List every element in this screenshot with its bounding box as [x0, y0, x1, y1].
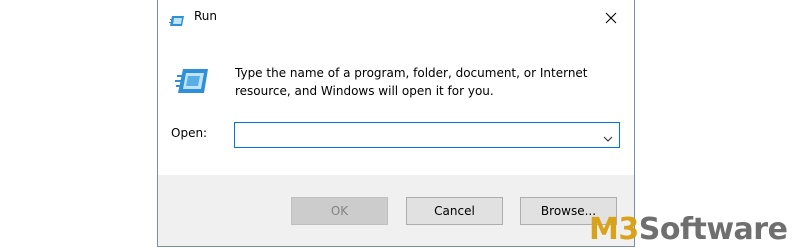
dialog-body: Type the name of a program, folder, docu…: [158, 36, 634, 175]
open-label: Open:: [171, 126, 208, 140]
brand-watermark: M3Software: [589, 212, 788, 248]
cancel-button[interactable]: Cancel: [406, 197, 503, 225]
window-title: Run: [194, 9, 218, 23]
chevron-down-icon[interactable]: [602, 130, 614, 142]
open-input[interactable]: [239, 126, 579, 144]
ok-button[interactable]: OK: [291, 197, 388, 225]
close-icon: [605, 9, 617, 28]
close-button[interactable]: [588, 0, 634, 36]
instruction-line-1: Type the name of a program, folder, docu…: [235, 66, 588, 80]
run-icon: [175, 68, 209, 94]
watermark-m3: M3: [589, 212, 639, 247]
open-combobox[interactable]: [234, 122, 620, 148]
instruction-text: Type the name of a program, folder, docu…: [235, 64, 615, 100]
run-icon: [169, 12, 185, 26]
run-dialog: Run Type the name of a program, folder,: [157, 0, 635, 247]
button-bar: OK Cancel Browse...: [158, 175, 634, 246]
title-bar[interactable]: Run: [158, 0, 634, 36]
watermark-software: Software: [638, 212, 788, 247]
instruction-line-2: resource, and Windows will open it for y…: [235, 84, 494, 98]
